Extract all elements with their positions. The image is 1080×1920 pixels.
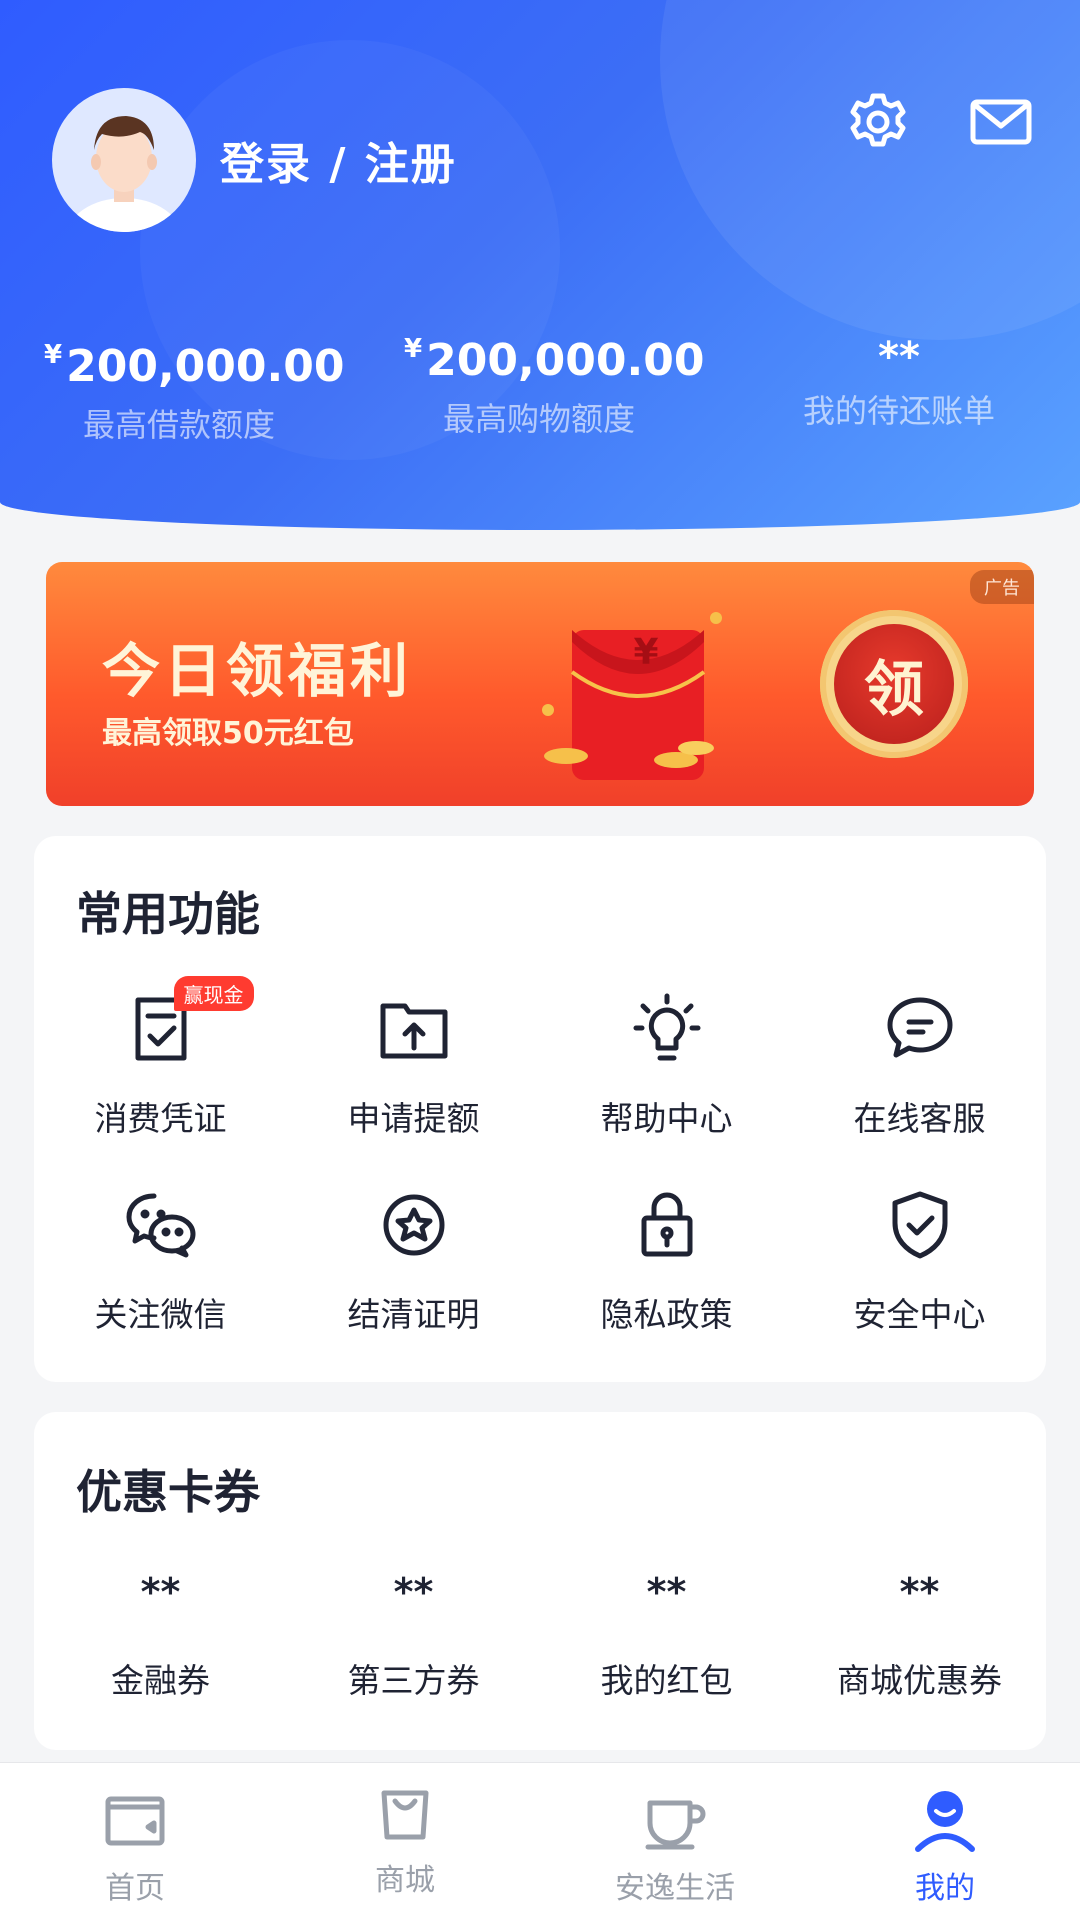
envelope-yen-symbol: ¥ (633, 632, 659, 673)
max-loan-amount: 200,000.00 (66, 341, 345, 392)
function-item-security-center[interactable]: 安全中心 (793, 1188, 1046, 1336)
account-header: 登录 / 注册 ¥200,000.00 最高借款额度 ¥200,000.00 最… (0, 0, 1080, 530)
welfare-banner-ad[interactable]: 广告 今日领福利 最高领取50元红包 ¥ 领 (46, 562, 1034, 806)
banner-title: 今日领福利 (102, 637, 413, 705)
pending-bill-stat[interactable]: ** 我的待还账单 (764, 334, 1034, 432)
currency-symbol: ¥ (404, 334, 423, 364)
function-item-follow-wechat[interactable]: 关注微信 (34, 1188, 287, 1336)
red-envelope-icon: ¥ (526, 610, 726, 780)
tab-home[interactable]: 首页 (0, 1787, 270, 1907)
my-page: 登录 / 注册 ¥200,000.00 最高借款额度 ¥200,000.00 最… (0, 0, 1080, 1920)
settings-gear-icon[interactable] (846, 90, 910, 154)
function-item-label: 结清证明 (347, 1295, 480, 1334)
function-item-privacy-policy[interactable]: 隐私政策 (540, 1188, 793, 1336)
function-item-label: 隐私政策 (600, 1295, 733, 1334)
function-item-label: 消费凭证 (94, 1099, 227, 1138)
max-loan-label: 最高借款额度 (82, 406, 275, 444)
max-shopping-label: 最高购物额度 (442, 400, 635, 438)
coffee-cup-icon (645, 1800, 706, 1850)
coupon-label: 我的红包 (600, 1661, 733, 1700)
claim-button[interactable]: 领 (820, 610, 968, 758)
tab-label: 我的 (915, 1871, 975, 1906)
coupon-item-third-party[interactable]: ** 第三方券 (287, 1570, 540, 1702)
pending-bill-label: 我的待还账单 (802, 392, 995, 430)
default-avatar-icon (66, 116, 182, 232)
max-loan-stat[interactable]: ¥200,000.00 最高借款额度 (44, 340, 344, 446)
function-item-help-center[interactable]: 帮助中心 (540, 992, 793, 1140)
wechat-icon (126, 1193, 195, 1258)
avatar[interactable] (52, 88, 196, 232)
coupon-label: 商城优惠券 (837, 1661, 1002, 1700)
coupons-title: 优惠卡券 (76, 1465, 260, 1519)
login-register-link[interactable]: 登录 / 注册 (220, 128, 457, 192)
home-wallet-icon (105, 1796, 165, 1846)
tab-mine[interactable]: 我的 (810, 1787, 1080, 1907)
user-profile-icon (915, 1791, 975, 1852)
coupon-count: ** (393, 1570, 434, 1614)
star-badge-icon (383, 1194, 444, 1256)
coupon-item-mall[interactable]: ** 商城优惠券 (793, 1570, 1046, 1702)
tab-label: 首页 (105, 1871, 165, 1906)
ad-tag: 广告 (970, 570, 1034, 604)
pending-bill-value: ** (878, 334, 920, 380)
function-item-label: 帮助中心 (600, 1099, 733, 1138)
function-item-online-service[interactable]: 在线客服 (793, 992, 1046, 1140)
tab-easy-life[interactable]: 安逸生活 (540, 1787, 810, 1907)
folder-upload-icon (380, 1003, 447, 1059)
function-item-label: 安全中心 (853, 1295, 986, 1334)
coupon-count: ** (646, 1570, 687, 1614)
max-shopping-stat[interactable]: ¥200,000.00 最高购物额度 (404, 334, 704, 440)
currency-symbol: ¥ (44, 340, 63, 370)
cash-reward-badge: 赢现金 (173, 976, 254, 1011)
function-item-consumption-voucher[interactable]: 赢现金 消费凭证 (34, 976, 287, 1140)
lightbulb-icon (633, 993, 700, 1061)
coupon-item-red-packet[interactable]: ** 我的红包 (540, 1570, 793, 1702)
common-functions-card: 常用功能 赢现金 消费凭证 申请提额 帮助中心 在线客服 关注微信 结清证明 隐… (34, 836, 1046, 1382)
lock-icon (641, 1192, 692, 1257)
coupons-card: 优惠卡券 ** 金融券 ** 第三方券 ** 我的红包 ** 商城优惠券 (34, 1412, 1046, 1750)
tab-mall[interactable]: 商城 (270, 1779, 540, 1899)
claim-button-label: 领 (834, 624, 954, 744)
mail-icon[interactable] (968, 90, 1034, 154)
banner-subtitle: 最高领取50元红包 (102, 716, 354, 751)
function-item-label: 申请提额 (347, 1099, 480, 1138)
coupon-count: ** (899, 1570, 940, 1614)
function-item-label: 在线客服 (853, 1099, 986, 1138)
tab-label: 商城 (375, 1863, 435, 1898)
coupon-item-finance[interactable]: ** 金融券 (34, 1570, 287, 1702)
decor-circle (660, 0, 1080, 340)
function-item-settlement-proof[interactable]: 结清证明 (287, 1188, 540, 1336)
max-shopping-amount: 200,000.00 (426, 335, 705, 386)
coupon-label: 金融券 (111, 1661, 210, 1700)
shield-check-icon (892, 1191, 947, 1259)
coupon-label: 第三方券 (347, 1661, 480, 1700)
chat-bubble-icon (887, 997, 952, 1058)
function-item-apply-increase[interactable]: 申请提额 (287, 992, 540, 1140)
shopping-bag-icon (381, 1790, 429, 1840)
common-functions-title: 常用功能 (76, 887, 260, 941)
tab-label: 安逸生活 (615, 1871, 735, 1906)
bottom-tab-bar: 首页 商城 安逸生活 我的 (0, 1762, 1080, 1920)
function-item-label: 关注微信 (94, 1295, 227, 1334)
coupon-count: ** (140, 1570, 181, 1614)
